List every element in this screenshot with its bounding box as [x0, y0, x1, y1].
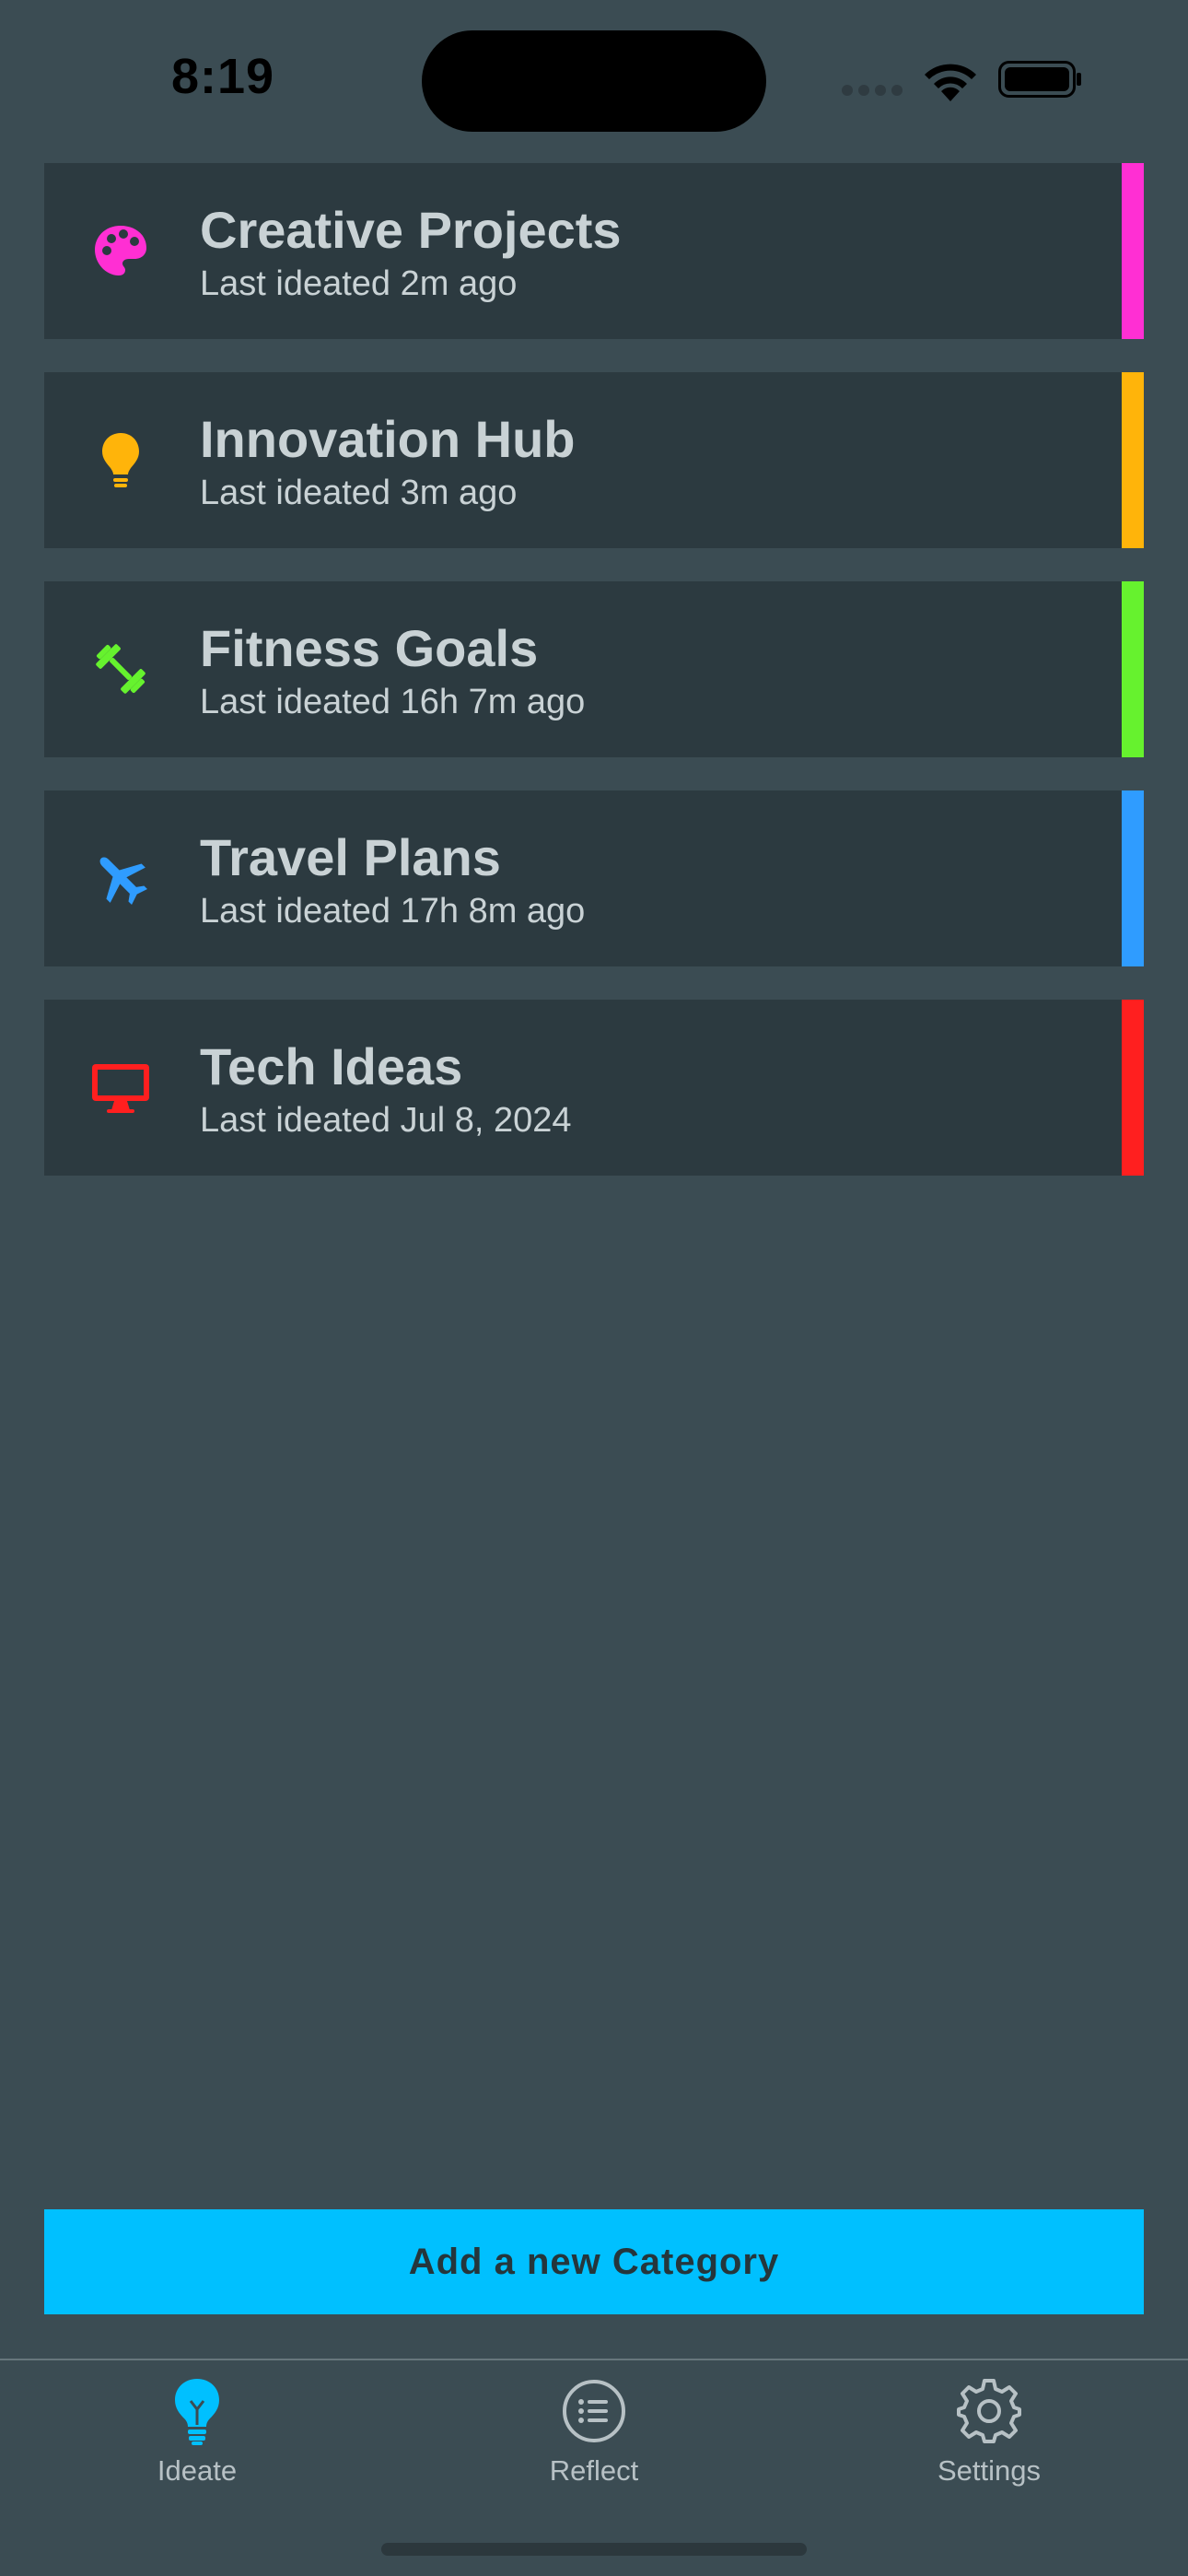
add-category-button[interactable]: Add a new Category	[44, 2209, 1144, 2314]
dumbbell-icon	[90, 638, 151, 699]
category-card-creative-projects[interactable]: Creative Projects Last ideated 2m ago	[44, 163, 1144, 339]
wifi-icon	[921, 59, 980, 101]
status-time: 8:19	[171, 49, 275, 104]
category-color-strip	[1122, 790, 1144, 966]
lightbulb-icon	[90, 429, 151, 490]
status-bar: 8:19	[0, 0, 1188, 157]
desktop-icon	[90, 1057, 151, 1118]
category-title: Creative Projects	[200, 201, 622, 259]
category-color-strip	[1122, 372, 1144, 548]
cellular-signal-icon	[842, 85, 906, 98]
category-color-strip	[1122, 1000, 1144, 1176]
category-last-ideated: Last ideated 16h 7m ago	[200, 683, 586, 721]
tab-label: Reflect	[549, 2454, 639, 2487]
tab-reflect[interactable]: Reflect	[483, 2377, 705, 2515]
battery-icon	[998, 61, 1083, 98]
category-card-tech-ideas[interactable]: Tech Ideas Last ideated Jul 8, 2024	[44, 1000, 1144, 1176]
category-last-ideated: Last ideated 17h 8m ago	[200, 892, 586, 931]
category-list: Creative Projects Last ideated 2m ago In…	[44, 163, 1144, 1209]
tab-settings[interactable]: Settings	[879, 2377, 1100, 2515]
tab-ideate[interactable]: Ideate	[87, 2377, 308, 2515]
category-card-travel-plans[interactable]: Travel Plans Last ideated 17h 8m ago	[44, 790, 1144, 966]
category-title: Travel Plans	[200, 828, 501, 886]
category-color-strip	[1122, 581, 1144, 757]
palette-icon	[90, 220, 151, 281]
category-last-ideated: Last ideated Jul 8, 2024	[200, 1101, 572, 1140]
tab-label: Ideate	[157, 2454, 238, 2487]
gear-icon	[955, 2377, 1023, 2445]
list-icon	[560, 2377, 628, 2445]
category-title: Fitness Goals	[200, 619, 539, 677]
category-title: Innovation Hub	[200, 410, 576, 468]
category-card-fitness-goals[interactable]: Fitness Goals Last ideated 16h 7m ago	[44, 581, 1144, 757]
category-card-innovation-hub[interactable]: Innovation Hub Last ideated 3m ago	[44, 372, 1144, 548]
dynamic-island	[422, 30, 766, 132]
category-last-ideated: Last ideated 3m ago	[200, 474, 518, 512]
airplane-icon	[90, 848, 151, 908]
category-title: Tech Ideas	[200, 1037, 463, 1095]
home-indicator	[381, 2543, 807, 2556]
tab-label: Settings	[937, 2454, 1041, 2487]
lightbulb-icon	[163, 2377, 231, 2445]
category-color-strip	[1122, 163, 1144, 339]
category-last-ideated: Last ideated 2m ago	[200, 264, 518, 303]
